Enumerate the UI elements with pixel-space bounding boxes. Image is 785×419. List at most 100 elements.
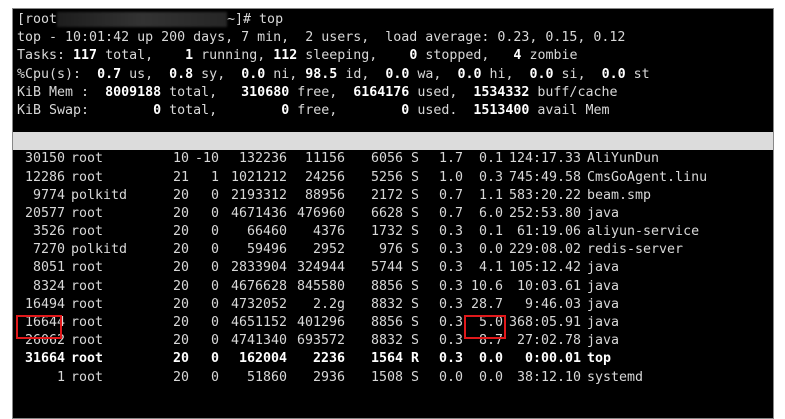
cell-user: root bbox=[71, 351, 104, 367]
cell-shr: 1508 bbox=[370, 369, 403, 385]
cell-cpu: 1.0 bbox=[438, 169, 463, 185]
cell-command: java bbox=[587, 296, 620, 312]
cell-shr: 1564 bbox=[370, 351, 403, 367]
summary-segment: Tasks: bbox=[17, 48, 74, 64]
cell-ni: 0 bbox=[210, 224, 219, 240]
summary-segment: stopped, bbox=[417, 48, 514, 64]
cell-mem: 28.7 bbox=[470, 296, 503, 312]
summary-segment: KiB Mem : bbox=[17, 84, 106, 100]
cell-virt: 4741340 bbox=[230, 333, 287, 349]
process-row: 12286 root 21 1 1021212 24256 5256 S 1.0 0.3 745:4… bbox=[13, 169, 773, 187]
cpu-line: %Cpu(s): 0.7 us, 0.8 sy, 0.0 ni, 98.5 id… bbox=[17, 66, 773, 84]
cell-user: root bbox=[71, 333, 104, 349]
cell-state: S bbox=[410, 369, 419, 385]
cell-command: beam.smp bbox=[587, 187, 652, 203]
cell-pid: 1 bbox=[56, 369, 65, 385]
cell-time: 368:05.91 bbox=[508, 315, 581, 330]
cell-command: redis-server bbox=[587, 242, 684, 258]
cell-pid: 3526 bbox=[32, 224, 65, 240]
cell-user: root bbox=[71, 151, 104, 167]
cell-command: aliyun-service bbox=[587, 224, 700, 240]
cell-pr: 20 bbox=[172, 278, 189, 294]
cell-time: 38:12.10 bbox=[516, 369, 581, 385]
cell-res: 693572 bbox=[296, 333, 345, 349]
cell-command: java bbox=[587, 315, 620, 330]
summary-segment: used. bbox=[409, 102, 474, 118]
cell-state: S bbox=[410, 205, 419, 221]
cell-ni: -10 bbox=[194, 151, 219, 167]
summary-segment: 0 bbox=[153, 102, 162, 118]
terminal-window[interactable]: [root ~]# top top - 10:01:42 up 200 days,… bbox=[12, 8, 774, 419]
summary-segment: 0.0 bbox=[529, 66, 554, 82]
cell-pr: 20 bbox=[172, 315, 189, 330]
summary-segment: 1534332 bbox=[473, 84, 530, 100]
cell-pid: 20577 bbox=[24, 205, 65, 221]
cell-mem: 1.1 bbox=[478, 187, 503, 203]
cell-virt: 2833904 bbox=[230, 260, 287, 276]
cell-cpu: 0.0 bbox=[438, 369, 463, 385]
cell-mem: 6.0 bbox=[478, 205, 503, 221]
cell-cpu: 0.3 bbox=[438, 296, 463, 312]
cell-ni: 0 bbox=[210, 351, 219, 367]
cell-state: S bbox=[410, 169, 419, 185]
cell-mem: 10.6 bbox=[470, 278, 503, 294]
cell-shr: 8832 bbox=[370, 296, 403, 312]
cell-pid: 30150 bbox=[24, 151, 65, 167]
cell-cpu: 0.7 bbox=[438, 205, 463, 221]
cell-state: S bbox=[410, 260, 419, 276]
cell-mem: 0.1 bbox=[478, 151, 503, 167]
summary-area: [root ~]# top top - 10:01:42 up 200 days,… bbox=[13, 9, 773, 120]
cell-res: 11156 bbox=[304, 151, 345, 167]
cell-virt: 66460 bbox=[246, 224, 287, 240]
cell-time: 252:53.80 bbox=[508, 205, 581, 221]
cell-command: java bbox=[587, 260, 620, 276]
summary-segment: 98.5 bbox=[305, 66, 338, 82]
cell-cpu: 0.3 bbox=[438, 351, 463, 367]
cell-mem: 0.3 bbox=[478, 169, 503, 185]
process-row: 8051 root 20 0 2833904 324944 5744 S 0.3 4.1 105:1… bbox=[13, 259, 773, 277]
summary-segment: 117 bbox=[73, 48, 98, 64]
cell-mem: 0.0 bbox=[478, 242, 503, 258]
cell-res: 2236 bbox=[312, 351, 345, 367]
summary-segment: si, bbox=[553, 66, 602, 82]
cell-cpu: 0.3 bbox=[438, 333, 463, 349]
cell-virt: 162004 bbox=[238, 351, 287, 367]
cell-res: 24256 bbox=[304, 169, 345, 185]
cell-mem: 0.0 bbox=[478, 369, 503, 385]
cell-res: 476960 bbox=[296, 205, 345, 221]
cell-cpu: 0.3 bbox=[438, 315, 463, 330]
summary-segment: top - 10:01:42 up 200 days, 7 min, 2 use… bbox=[17, 30, 626, 46]
cell-ni: 0 bbox=[210, 242, 219, 258]
cell-res: 401296 bbox=[296, 315, 345, 330]
cell-shr: 5256 bbox=[370, 169, 403, 185]
process-row: 16644 root 20 0 4651152 401296 8856 S 0.3 5.0 368:… bbox=[13, 314, 773, 332]
cell-cpu: 0.3 bbox=[438, 224, 463, 240]
cell-user: root bbox=[71, 224, 104, 240]
summary-segment: st bbox=[625, 66, 650, 82]
cell-res: 2952 bbox=[312, 242, 345, 258]
summary-segment: zombie bbox=[521, 48, 578, 64]
cell-pr: 21 bbox=[172, 169, 189, 185]
redacted-hostname bbox=[57, 11, 228, 27]
cell-ni: 0 bbox=[210, 296, 219, 312]
cell-pr: 20 bbox=[172, 260, 189, 276]
cell-mem: 0.0 bbox=[478, 351, 503, 367]
summary-segment: 112 bbox=[273, 48, 298, 64]
summary-segment: running, bbox=[193, 48, 274, 64]
summary-segment: sy, bbox=[193, 66, 242, 82]
summary-segment: sleeping, bbox=[297, 48, 410, 64]
cell-shr: 8856 bbox=[370, 315, 403, 330]
summary-segment: 0.0 bbox=[241, 66, 266, 82]
summary-segment: 310680 bbox=[241, 84, 290, 100]
cell-mem: 8.7 bbox=[478, 333, 503, 349]
cell-shr: 8832 bbox=[370, 333, 403, 349]
cell-shr: 2172 bbox=[370, 187, 403, 203]
cell-ni: 0 bbox=[210, 333, 219, 349]
cell-pr: 20 bbox=[172, 187, 189, 203]
cell-command: java bbox=[587, 278, 620, 294]
prompt-command: ~]# top bbox=[227, 12, 284, 27]
summary-segment: 0.7 bbox=[97, 66, 122, 82]
mem-line: KiB Mem : 8009188 total, 310680 free, 61… bbox=[17, 84, 773, 102]
summary-segment: free, bbox=[289, 84, 354, 100]
cell-pid: 8051 bbox=[32, 260, 65, 276]
